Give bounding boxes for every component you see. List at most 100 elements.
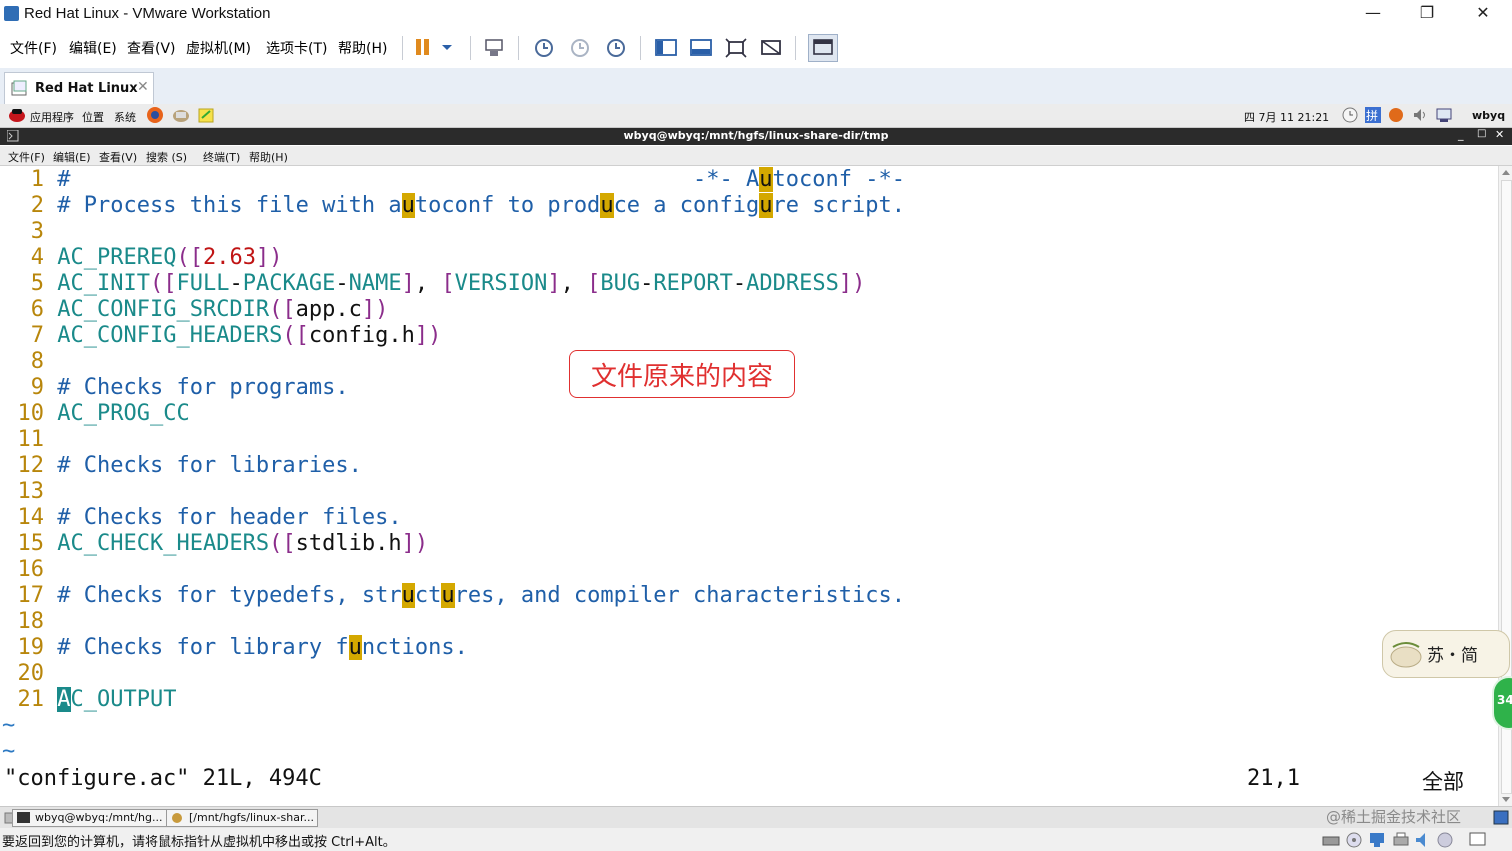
terminal-menu-edit[interactable]: 编辑(E) <box>53 149 91 165</box>
chevron-down-icon[interactable] <box>440 37 462 57</box>
message-icon[interactable] <box>1468 831 1488 849</box>
network-adapter-icon[interactable] <box>1368 831 1386 849</box>
code-line: 19 # Checks for library functions. <box>0 635 468 661</box>
gnome-top-panel: 应用程序 位置 系统 四 7月 11 21:21 拼 wbyq <box>0 104 1512 128</box>
redhat-logo-icon <box>9 109 25 122</box>
toolbar-separator <box>470 36 471 60</box>
terminal-menu-view[interactable]: 查看(V) <box>99 149 137 165</box>
usb-icon[interactable] <box>1436 831 1454 849</box>
mail-icon[interactable] <box>172 107 190 123</box>
terminal-minimize-button[interactable]: _ <box>1458 128 1464 141</box>
panel-applications-menu[interactable]: 应用程序 <box>30 109 74 125</box>
sound-card-icon[interactable] <box>1414 831 1432 849</box>
menu-tabs[interactable]: 选项卡(T) <box>266 38 327 58</box>
input-method-icon[interactable]: 拼 <box>1364 106 1382 124</box>
vim-cursor-position: 21,1 <box>1247 766 1300 791</box>
menu-file[interactable]: 文件(F) <box>10 38 57 58</box>
network-icon[interactable] <box>1436 107 1454 123</box>
code-line: 7 AC_CONFIG_HEADERS([config.h]) <box>0 323 442 349</box>
printer-icon[interactable] <box>1392 831 1410 849</box>
line-number: 14 <box>17 505 45 530</box>
vm-tab-bar: Red Hat Linux ✕ <box>0 68 1512 105</box>
send-ctrl-alt-del-icon[interactable] <box>482 37 504 57</box>
pause-icon[interactable] <box>413 37 435 57</box>
vim-scroll-position: 全部 <box>1422 770 1464 794</box>
tab-red-hat-linux[interactable]: Red Hat Linux ✕ <box>4 72 154 105</box>
line-number: 6 <box>30 297 44 322</box>
workspace-switcher-icon[interactable] <box>1493 810 1509 825</box>
menu-edit[interactable]: 编辑(E) <box>69 38 117 58</box>
code-line: 13 <box>0 479 45 505</box>
close-button[interactable]: ✕ <box>1460 0 1506 28</box>
snapshot-icon[interactable] <box>532 37 554 57</box>
firefox-icon[interactable] <box>146 106 164 124</box>
window-title-bar: Red Hat Linux - VMware Workstation — ❐ ✕ <box>0 0 1512 28</box>
menu-view[interactable]: 查看(V) <box>127 38 176 58</box>
panel-system-menu[interactable]: 系统 <box>114 109 136 125</box>
tiger-sticker-badge[interactable]: 苏・简 <box>1382 630 1510 678</box>
revert-snapshot-icon[interactable] <box>568 37 590 57</box>
code-line: 5 AC_INIT([FULL-PACKAGE-NAME], [VERSION]… <box>0 271 866 297</box>
full-screen-icon[interactable] <box>724 37 747 58</box>
taskbar-terminal-window[interactable]: wbyq@wbyq:/mnt/hg... <box>12 809 172 827</box>
taskbar-file-manager-window[interactable]: [/mnt/hgfs/linux-shar... <box>166 809 318 827</box>
code-line: 12 # Checks for libraries. <box>0 453 362 479</box>
terminal-maximize-button[interactable]: □ <box>1477 128 1486 139</box>
code-line: 8 <box>0 349 44 375</box>
annotation-callout: 文件原来的内容 <box>569 350 795 398</box>
panel-places-menu[interactable]: 位置 <box>82 109 104 125</box>
watermark-text: @稀土掘金技术社区 <box>1326 808 1462 826</box>
updates-icon[interactable] <box>1342 107 1358 123</box>
terminal-title-bar: wbyq@wbyq:/mnt/hgfs/linux-share-dir/tmp … <box>0 128 1512 145</box>
toolbar-separator <box>795 36 796 60</box>
line-number: 4 <box>30 245 44 270</box>
terminal-menu-help[interactable]: 帮助(H) <box>249 149 288 165</box>
code-line: 11 <box>0 427 45 453</box>
terminal-icon <box>17 812 30 823</box>
alert-icon[interactable] <box>1388 106 1404 124</box>
terminal-menu-terminal[interactable]: 终端(T) <box>203 149 240 165</box>
empty-line-tilde: ~ <box>2 713 16 738</box>
line-number: 5 <box>30 271 44 296</box>
vim-cursor: A <box>57 687 71 712</box>
unity-mode-icon[interactable] <box>759 37 781 57</box>
tab-label: Red Hat Linux <box>35 81 138 96</box>
scroll-down-icon[interactable] <box>1501 796 1511 804</box>
snapshot-manager-icon[interactable] <box>604 37 626 57</box>
show-library-icon[interactable] <box>654 37 677 57</box>
terminal-close-button[interactable]: ✕ <box>1495 128 1504 141</box>
code-line: 17 # Checks for typedefs, structures, an… <box>0 583 905 609</box>
toolbar-separator <box>640 36 641 60</box>
minimize-button[interactable]: — <box>1350 0 1396 28</box>
menu-vm[interactable]: 虚拟机(M) <box>186 38 251 58</box>
tab-close-icon[interactable]: ✕ <box>137 79 149 95</box>
volume-icon[interactable] <box>1412 107 1428 123</box>
terminal-menu-file[interactable]: 文件(F) <box>8 149 45 165</box>
notes-icon[interactable] <box>198 107 214 123</box>
cd-rom-icon[interactable] <box>1345 831 1363 849</box>
line-number: 19 <box>17 635 45 660</box>
line-number: 10 <box>17 401 45 426</box>
panel-clock[interactable]: 四 7月 11 21:21 <box>1244 109 1329 125</box>
thumbnail-bar-icon[interactable] <box>689 37 712 57</box>
menu-help[interactable]: 帮助(H) <box>338 38 387 58</box>
terminal-menu-search[interactable]: 搜索 (S) <box>146 149 187 165</box>
vim-status-file: "configure.ac" 21L, 494C <box>4 766 322 791</box>
vmware-app-icon <box>4 6 19 21</box>
green-notification-badge[interactable]: 34 <box>1492 676 1512 730</box>
line-number: 20 <box>17 661 45 686</box>
code-line: 6 AC_CONFIG_SRCDIR([app.c]) <box>0 297 389 323</box>
line-number: 7 <box>30 323 44 348</box>
tiger-icon <box>1390 642 1422 668</box>
hard-disk-icon[interactable] <box>1322 832 1340 848</box>
scroll-up-icon[interactable] <box>1501 168 1511 176</box>
restore-button[interactable]: ❐ <box>1404 0 1450 28</box>
panel-user[interactable]: wbyq <box>1472 109 1505 122</box>
line-number: 17 <box>17 583 45 608</box>
code-line: 4 AC_PREREQ([2.63]) <box>0 245 283 271</box>
toolbar-separator <box>402 36 403 60</box>
vim-editor[interactable]: 1 # -*- Autoconf -*- 2 # Process this fi… <box>0 166 1498 806</box>
console-view-icon[interactable] <box>808 34 838 62</box>
code-line: 15 AC_CHECK_HEADERS([stdlib.h]) <box>0 531 429 557</box>
line-number: 18 <box>17 609 45 634</box>
